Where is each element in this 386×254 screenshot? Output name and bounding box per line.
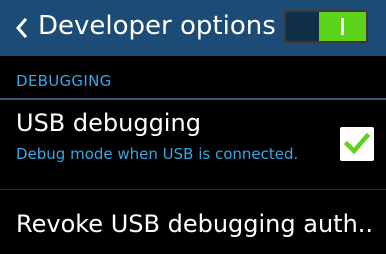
- developer-options-screen: Developer options DEBUGGING USB debuggin…: [0, 0, 386, 254]
- revoke-usb-debugging-title: Revoke USB debugging auth..: [16, 210, 374, 238]
- switch-off-track: [286, 12, 319, 41]
- checkmark-icon: [344, 132, 370, 155]
- page-title: Developer options: [38, 11, 276, 41]
- usb-debugging-item[interactable]: USB debugging Debug mode when USB is con…: [0, 101, 386, 189]
- usb-debugging-title: USB debugging: [16, 109, 201, 137]
- back-button[interactable]: [0, 0, 40, 56]
- section-label: DEBUGGING: [16, 72, 112, 90]
- switch-on-indicator: [341, 18, 344, 35]
- action-bar: Developer options: [0, 0, 386, 56]
- usb-debugging-summary: Debug mode when USB is connected.: [16, 145, 299, 163]
- section-header-debugging: DEBUGGING: [0, 56, 386, 101]
- usb-debugging-checkbox[interactable]: [340, 127, 374, 161]
- revoke-usb-debugging-item[interactable]: Revoke USB debugging auth..: [0, 190, 386, 254]
- chevron-left-icon: [16, 17, 28, 39]
- section-divider: [0, 98, 386, 100]
- switch-thumb: [319, 12, 366, 41]
- developer-options-switch[interactable]: [284, 10, 368, 43]
